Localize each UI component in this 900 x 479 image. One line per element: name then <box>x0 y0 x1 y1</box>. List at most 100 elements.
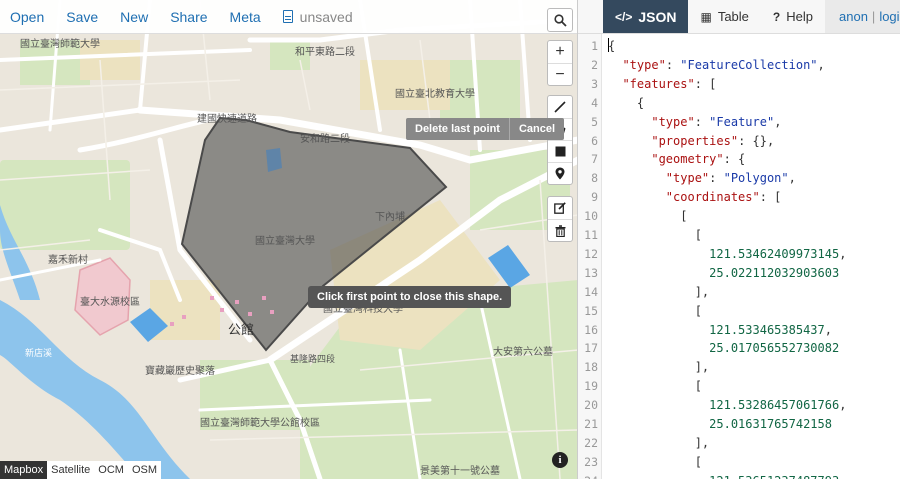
edit-control <box>547 196 573 242</box>
line-number: 21 <box>584 417 598 431</box>
line-text: { <box>608 39 616 53</box>
label-xindian-river: 新店溪 <box>25 347 52 359</box>
code-line: 3 "features": [ <box>578 75 900 94</box>
line-number: 10 <box>584 209 598 224</box>
line-text: 25.01631765742158 <box>709 417 832 431</box>
line-text: "features": [ <box>622 76 717 91</box>
line-number: 9 <box>591 190 598 205</box>
line-text: [ <box>608 454 702 469</box>
line-number: 22 <box>584 435 598 450</box>
line-text: [ <box>608 228 702 242</box>
side-pane: </> JSON ▦ Table ? Help anon | login 1{2… <box>578 0 900 479</box>
draw-marker-button[interactable] <box>548 162 572 184</box>
save-menu[interactable]: Save <box>66 9 98 25</box>
line-text: ], <box>608 284 710 299</box>
code-line: 22 ], <box>578 434 900 453</box>
file-status: unsaved <box>282 8 353 25</box>
meta-menu[interactable]: Meta <box>230 9 261 25</box>
label-ntue: 國立臺北教育大學 <box>395 87 475 100</box>
label-water-park: 臺大水源校區 <box>80 295 140 308</box>
tab-help[interactable]: ? Help <box>761 0 825 33</box>
label-anhe: 安和路二段 <box>300 132 350 145</box>
code-line: 9 "coordinates": [ <box>578 188 900 207</box>
code-line: 5 "type": "Feature", <box>578 113 900 132</box>
line-number: 14 <box>584 284 598 299</box>
label-ntu: 國立臺灣大學 <box>255 234 315 247</box>
draw-control <box>547 95 573 185</box>
code-line: 4 { <box>578 94 900 113</box>
top-toolbar: Open Save New Share Meta unsaved <box>0 0 577 34</box>
code-line: 23 [ <box>578 453 900 472</box>
line-text: 121.53651237487793 <box>608 472 839 479</box>
map-pane[interactable]: 國立臺灣師範大學 和平東路二段 國立臺北教育大學 建國快速道路 安和路二段 國立… <box>0 0 578 479</box>
text-cursor <box>608 38 609 52</box>
code-line: 11 [ <box>578 226 900 245</box>
line-number: 18 <box>584 360 598 375</box>
search-button[interactable] <box>548 9 572 31</box>
zoom-in-button[interactable]: + <box>548 41 572 63</box>
line-text: 121.533465385437, <box>709 322 832 337</box>
code-line: 14 ], <box>578 283 900 302</box>
layer-satellite[interactable]: Satellite <box>47 461 94 479</box>
plus-icon: + <box>555 43 565 60</box>
side-tabs: </> JSON ▦ Table ? Help anon | login <box>578 0 900 34</box>
table-icon: ▦ <box>700 9 712 24</box>
info-icon[interactable]: i <box>552 452 568 468</box>
share-menu[interactable]: Share <box>170 9 207 25</box>
label-jiahe: 嘉禾新村 <box>48 253 88 266</box>
code-line: 6 "properties": {}, <box>578 132 900 151</box>
file-status-text: unsaved <box>299 8 353 25</box>
label-heping: 和平東路二段 <box>295 45 355 58</box>
tab-help-label: Help <box>786 9 813 24</box>
square-icon <box>555 146 565 157</box>
search-icon <box>553 13 567 27</box>
drunk-moon-lake <box>266 148 282 172</box>
search-control <box>547 8 573 32</box>
code-icon: </> <box>615 9 633 24</box>
zoom-out-button[interactable]: − <box>548 63 572 85</box>
edit-layers-button[interactable] <box>548 197 572 219</box>
line-text: [ <box>608 303 702 318</box>
line-number: 3 <box>591 76 598 91</box>
tab-table-label: Table <box>717 9 749 24</box>
login-link[interactable]: login <box>879 9 900 24</box>
layer-mapbox[interactable]: Mapbox <box>0 461 48 479</box>
code-line: 18 ], <box>578 358 900 377</box>
json-editor[interactable]: 1{2 "type": "FeatureCollection", 3 "featu… <box>578 34 900 479</box>
code-line: 20 121.53286457061766, <box>578 396 900 415</box>
auth-separator: | <box>871 9 876 24</box>
delete-last-point-button[interactable]: Delete last point <box>406 118 509 140</box>
line-number: 24 <box>578 472 598 479</box>
map-pin-icon <box>555 167 565 180</box>
file-icon <box>282 10 293 23</box>
line-text: ], <box>608 435 710 450</box>
tab-table[interactable]: ▦ Table <box>688 0 760 33</box>
line-text: ], <box>608 360 710 375</box>
cancel-draw-button[interactable]: Cancel <box>508 118 564 140</box>
draw-line-button[interactable] <box>548 96 572 118</box>
layer-osm[interactable]: OSM <box>128 461 161 479</box>
label-daan-cemetery: 大安第六公墓 <box>493 345 553 358</box>
auth-links: anon | login <box>825 0 900 33</box>
anon-link[interactable]: anon <box>839 9 868 24</box>
edit-icon <box>554 202 566 214</box>
new-menu[interactable]: New <box>120 9 148 25</box>
line-number: 7 <box>591 152 598 167</box>
tab-json[interactable]: </> JSON <box>603 0 689 33</box>
code-line: 7 "geometry": { <box>578 150 900 169</box>
line-number: 2 <box>591 57 598 72</box>
line-number: 6 <box>591 133 598 148</box>
line-text: "type": "Polygon", <box>665 171 796 186</box>
line-number: 1 <box>591 39 598 53</box>
draw-tooltip: Click first point to close this shape. <box>308 286 512 308</box>
draw-rectangle-button[interactable] <box>548 140 572 162</box>
open-menu[interactable]: Open <box>10 9 44 25</box>
layer-ocm[interactable]: OCM <box>94 461 128 479</box>
delete-layers-button[interactable] <box>548 219 572 241</box>
map-canvas[interactable]: 國立臺灣師範大學 和平東路二段 國立臺北教育大學 建國快速道路 安和路二段 國立… <box>0 0 578 479</box>
code-line: 24 121.53651237487793 <box>578 472 900 479</box>
line-number: 17 <box>584 341 598 356</box>
code-line: 16 121.533465385437, <box>578 321 900 340</box>
line-text: "type": "Feature", <box>651 114 782 129</box>
code-line: 1{ <box>578 37 900 56</box>
